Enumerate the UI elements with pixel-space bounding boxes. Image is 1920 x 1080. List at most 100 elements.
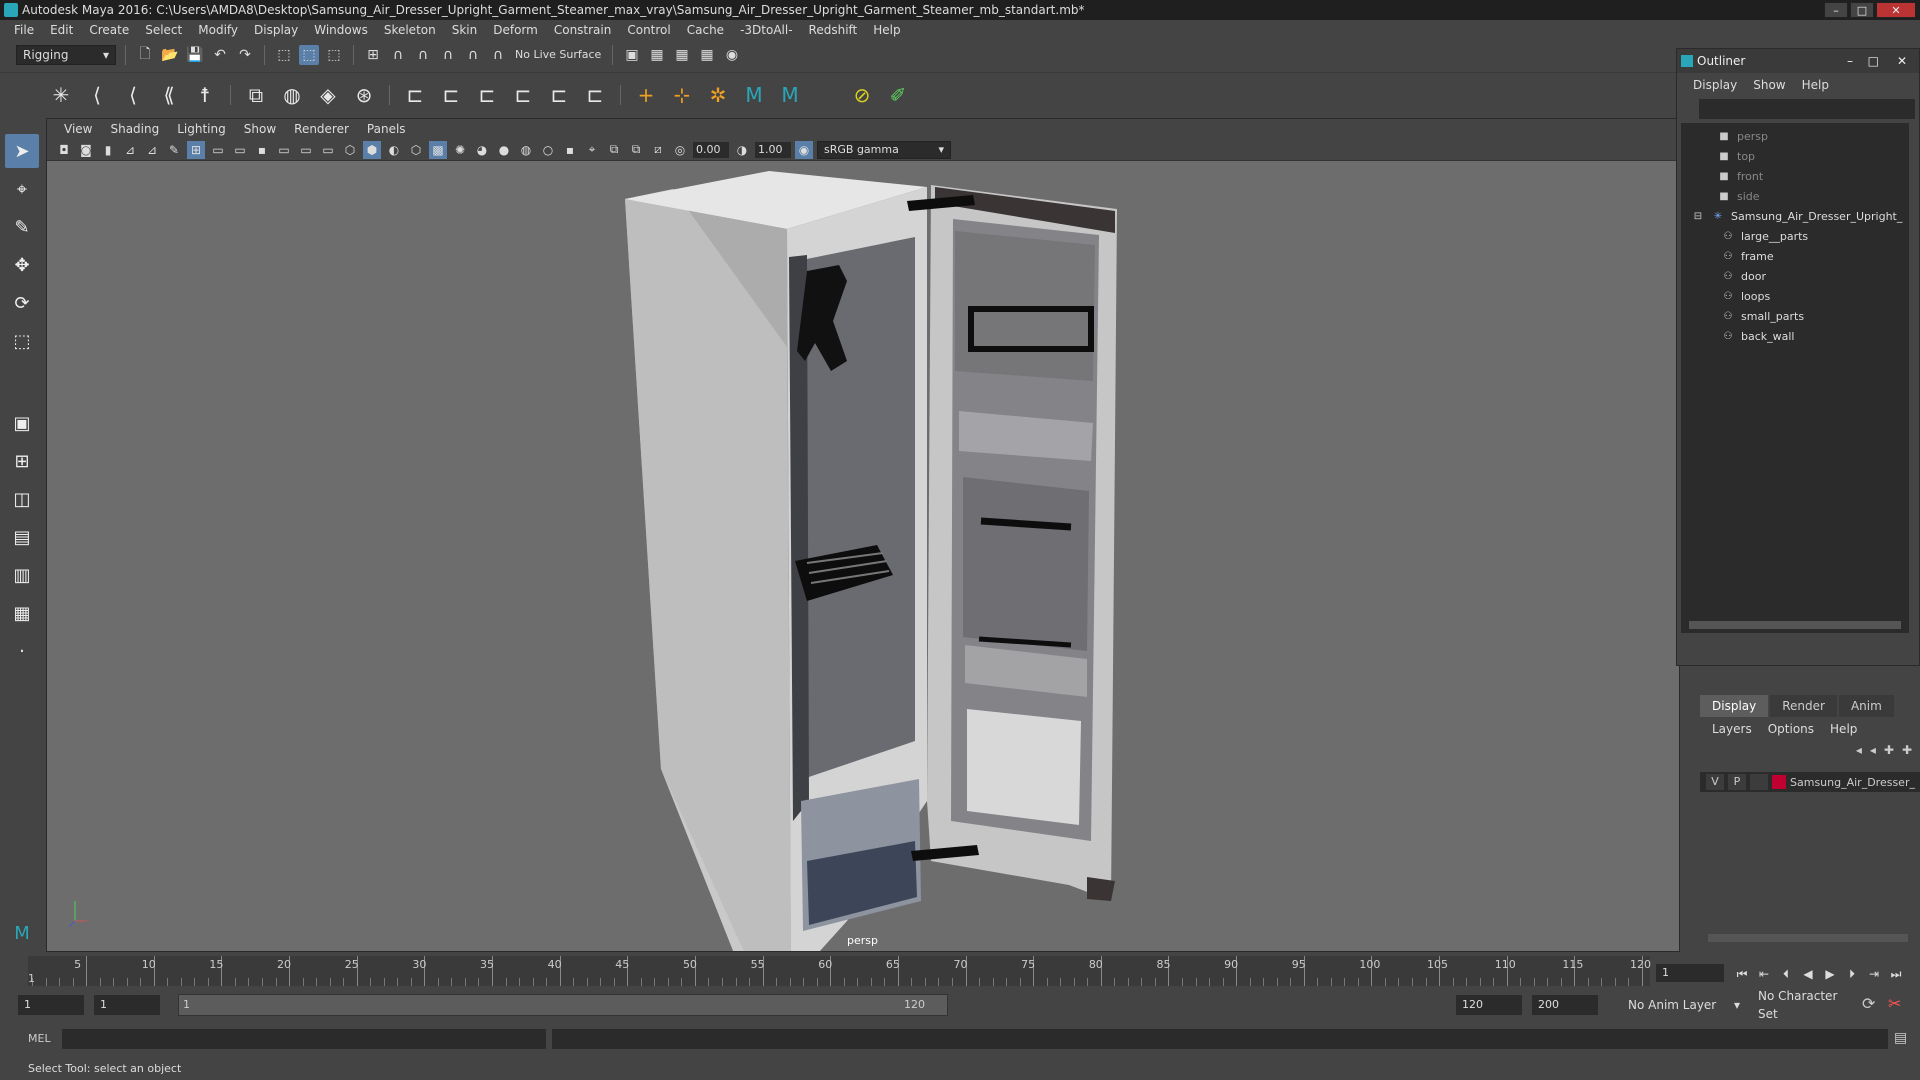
outliner-item-back-wall[interactable]: ⚇ back_wall xyxy=(1721,327,1795,347)
layer-color-swatch[interactable] xyxy=(1772,775,1786,789)
viewport-menu-panels[interactable]: Panels xyxy=(358,122,415,136)
gate-mask-icon[interactable]: ▪ xyxy=(253,141,271,159)
menu-windows[interactable]: Windows xyxy=(306,23,376,37)
isolate-select-icon[interactable]: ⌖ xyxy=(583,141,601,159)
menu-edit[interactable]: Edit xyxy=(42,23,81,37)
lasso-tool-icon[interactable]: ⌖ xyxy=(5,172,39,206)
2d-pan-icon[interactable]: ⊿ xyxy=(143,141,161,159)
render-frame-icon[interactable]: ▦ xyxy=(647,45,667,65)
time-slider[interactable]: 5 10 15 20 25 30 35 40 45 50 55 60 65 70 75 80 85 90 95 100… xyxy=(0,952,1920,988)
rotate-tool-icon[interactable]: ⟳ xyxy=(5,286,39,320)
outliner-item-persp[interactable]: ■ persp xyxy=(1717,127,1768,147)
viewport-menu-shading[interactable]: Shading xyxy=(101,122,168,136)
current-frame-field[interactable]: 1 xyxy=(1656,964,1724,982)
render-view-icon[interactable]: ▦ xyxy=(697,45,717,65)
hypershade-layout-icon[interactable]: ▦ xyxy=(5,596,39,630)
hypershade-icon[interactable]: ◉ xyxy=(722,45,742,65)
layer-scrollbar[interactable] xyxy=(1708,934,1908,942)
end-time-field[interactable]: 200 xyxy=(1532,995,1598,1015)
menu-modify[interactable]: Modify xyxy=(190,23,246,37)
anti-alias-icon[interactable]: ○ xyxy=(539,141,557,159)
play-forward-icon[interactable]: ▶ xyxy=(1820,964,1840,984)
character-set-dropdown[interactable]: No Character Set xyxy=(1752,989,1864,1021)
locator-icon[interactable]: + xyxy=(631,80,661,110)
layer-menu-layers[interactable]: Layers xyxy=(1704,722,1760,736)
play-backward-icon[interactable]: ◀ xyxy=(1798,964,1818,984)
menu-skeleton[interactable]: Skeleton xyxy=(376,23,444,37)
outliner-menu-display[interactable]: Display xyxy=(1685,78,1745,92)
select-object-icon[interactable]: ⬚ xyxy=(299,45,319,65)
playback-end-field[interactable]: 120 xyxy=(1456,995,1522,1015)
paint-icon[interactable]: ⊘ xyxy=(847,80,877,110)
graph-layout-icon[interactable]: ▥ xyxy=(5,558,39,592)
outliner-item-small-parts[interactable]: ⚇ small_parts xyxy=(1721,307,1805,327)
ik-spline-icon[interactable]: ⟨ xyxy=(118,80,148,110)
script-icon[interactable]: ✐ xyxy=(883,80,913,110)
outliner-close-icon[interactable]: ✕ xyxy=(1897,49,1907,73)
tab-display[interactable]: Display xyxy=(1700,695,1769,717)
layer-visibility-toggle[interactable]: V xyxy=(1706,774,1724,790)
color-space-dropdown[interactable]: sRGB gamma ▾ xyxy=(817,140,951,159)
blank-shelf-icon[interactable] xyxy=(811,80,841,110)
xray-icon[interactable]: ⧉ xyxy=(605,141,623,159)
outliner-item-front[interactable]: ■ front xyxy=(1717,167,1763,187)
camera-icon[interactable]: ◘ xyxy=(55,141,73,159)
snap-grid-icon[interactable]: ⊞ xyxy=(363,45,383,65)
scene-canvas[interactable] xyxy=(47,161,1679,951)
xray-joints-icon[interactable]: ⧉ xyxy=(627,141,645,159)
layer-type-toggle[interactable] xyxy=(1750,774,1768,790)
collapse-icon[interactable]: ⊟ xyxy=(1691,211,1705,222)
viewport-menu-renderer[interactable]: Renderer xyxy=(285,122,358,136)
ipr-render-icon[interactable]: ▦ xyxy=(672,45,692,65)
menu-redshift[interactable]: Redshift xyxy=(801,23,866,37)
scale-tool-icon[interactable]: ⬚ xyxy=(5,324,39,358)
time-ruler[interactable]: 5 10 15 20 25 30 35 40 45 50 55 60 65 70 75 80 85 90 95 100… xyxy=(28,956,1651,986)
move-layer-down-icon[interactable]: ◂ xyxy=(1870,743,1876,757)
field-chart-icon[interactable]: ▭ xyxy=(275,141,293,159)
tab-anim[interactable]: Anim xyxy=(1838,695,1894,717)
lights-icon[interactable]: ✺ xyxy=(451,141,469,159)
grid-icon[interactable]: ⊞ xyxy=(187,140,205,159)
color-management-icon[interactable]: ◉ xyxy=(795,140,813,159)
paint-select-icon[interactable]: ✎ xyxy=(5,210,39,244)
pole-vector-icon[interactable]: ⊏ xyxy=(580,80,610,110)
snap-surface-icon[interactable]: ∩ xyxy=(463,45,483,65)
default-material-icon[interactable]: ◐ xyxy=(385,141,403,159)
select-component-icon[interactable]: ⬚ xyxy=(324,45,344,65)
point-constraint-icon[interactable]: ⊏ xyxy=(436,80,466,110)
save-scene-icon[interactable]: 💾 xyxy=(185,45,205,65)
anim-layer-dropdown[interactable]: No Anim Layer ▾ xyxy=(1622,995,1746,1015)
maximize-button[interactable]: □ xyxy=(1850,2,1874,18)
outliner-horizontal-scrollbar[interactable] xyxy=(1689,621,1901,629)
outliner-search-input[interactable] xyxy=(1699,99,1915,119)
menu-create[interactable]: Create xyxy=(81,23,137,37)
outliner-item-large-parts[interactable]: ⚇ large__parts xyxy=(1721,227,1809,247)
menu-3dtoall[interactable]: -3DtoAll- xyxy=(732,23,800,37)
redo-icon[interactable]: ↷ xyxy=(235,45,255,65)
menu-file[interactable]: File xyxy=(6,23,42,37)
menu-select[interactable]: Select xyxy=(137,23,190,37)
insert-joint-icon[interactable]: ⟪ xyxy=(154,80,184,110)
command-language-label[interactable]: MEL xyxy=(28,1032,51,1045)
single-view-icon[interactable]: ▣ xyxy=(5,406,39,440)
magnet-icon[interactable]: ∩ xyxy=(488,45,508,65)
viewport-menu-view[interactable]: View xyxy=(55,122,101,136)
viewport-menu-show[interactable]: Show xyxy=(235,122,285,136)
wireframe-icon[interactable]: ⬡ xyxy=(341,141,359,159)
safe-title-icon[interactable]: ▭ xyxy=(319,141,337,159)
xray-active-icon[interactable]: ⧄ xyxy=(649,141,667,159)
menu-help[interactable]: Help xyxy=(865,23,908,37)
exposure-icon[interactable]: ◎ xyxy=(671,141,689,159)
menu-control[interactable]: Control xyxy=(619,23,678,37)
step-forward-key-icon[interactable]: ⇥ xyxy=(1864,964,1884,984)
center-pivot-icon[interactable]: ✲ xyxy=(703,80,733,110)
render-settings-icon[interactable]: ▣ xyxy=(622,45,642,65)
layer-menu-options[interactable]: Options xyxy=(1760,722,1822,736)
outliner-layout-icon[interactable]: ▤ xyxy=(5,520,39,554)
playback-start-field[interactable]: 1 xyxy=(94,995,160,1015)
snap-curve-icon[interactable]: ∩ xyxy=(388,45,408,65)
move-tool-icon[interactable]: ✥ xyxy=(5,248,39,282)
side-by-side-icon[interactable]: ◫ xyxy=(5,482,39,516)
layer-playback-toggle[interactable]: P xyxy=(1728,774,1746,790)
four-view-icon[interactable]: ⊞ xyxy=(5,444,39,478)
